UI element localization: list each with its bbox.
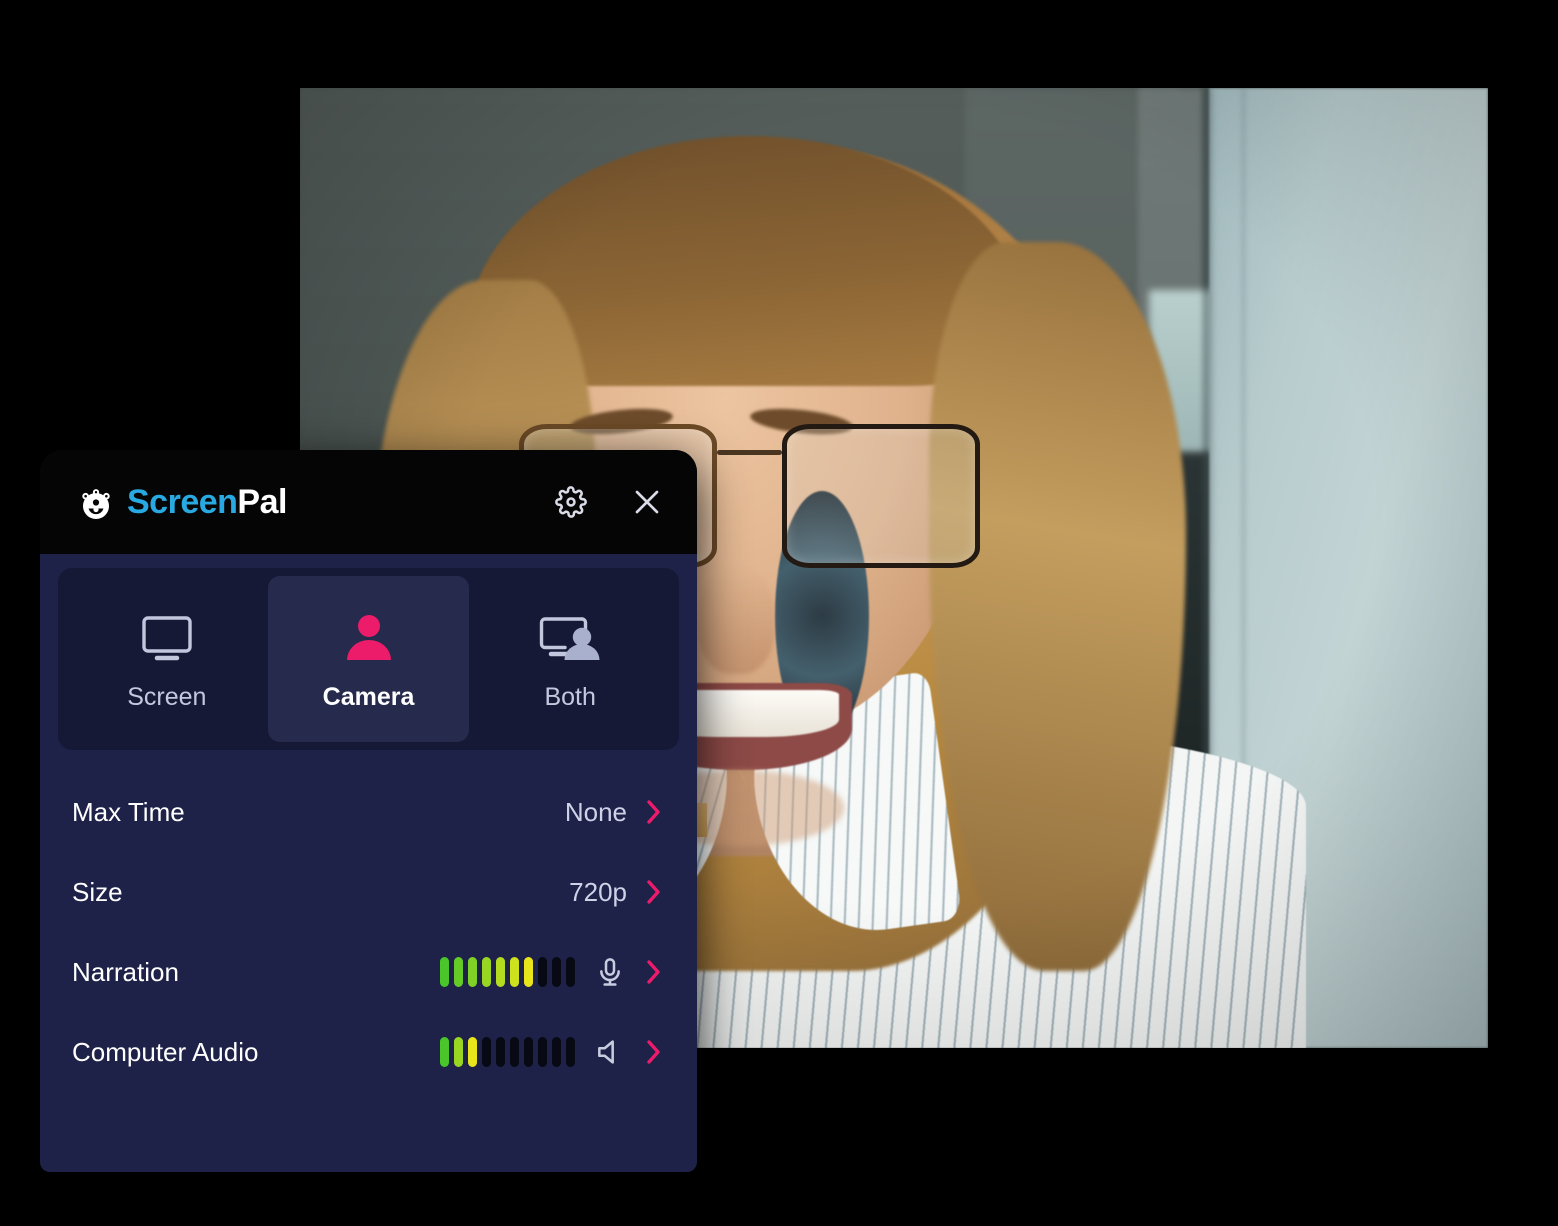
meter-bar: [524, 1037, 533, 1067]
meter-bar: [496, 1037, 505, 1067]
setting-label-size: Size: [72, 876, 123, 907]
close-icon[interactable]: [629, 484, 665, 520]
mode-tab-both-label: Both: [544, 682, 596, 711]
setting-right-size: 720p: [569, 877, 663, 908]
meter-bar: [468, 957, 477, 987]
brand-screen-text: Screen: [127, 483, 238, 521]
meter-bar: [538, 957, 547, 987]
nose: [698, 568, 776, 674]
meter-bar: [454, 957, 463, 987]
brand-wordmark: ScreenPal: [127, 485, 287, 519]
brand-pal-text: Pal: [237, 483, 287, 521]
meter-bar: [454, 1037, 463, 1067]
setting-right-max-time: None: [565, 797, 663, 828]
setting-label-narration: Narration: [72, 956, 179, 987]
meter-bar: [510, 957, 519, 987]
settings-list: Max Time None Size 720p Narration Comput…: [58, 772, 679, 1092]
glasses-bridge: [717, 449, 782, 455]
setting-value-size: 720p: [569, 876, 627, 907]
screenpal-logo-icon: [76, 482, 116, 522]
setting-label-max-time: Max Time: [72, 796, 185, 827]
chevron-right-icon[interactable]: [645, 877, 663, 907]
meter-bar: [482, 1037, 491, 1067]
meter-bar: [566, 1037, 575, 1067]
mode-tab-screen-label: Screen: [127, 682, 207, 711]
mode-tab-screen[interactable]: Screen: [66, 576, 268, 742]
setting-row-max-time[interactable]: Max Time None: [58, 772, 679, 852]
panel-header: ScreenPal: [40, 450, 697, 554]
setting-right-computer-audio: [440, 1035, 663, 1069]
person-icon: [337, 607, 401, 669]
meter-bar: [524, 957, 533, 987]
setting-value-max-time: None: [564, 796, 627, 827]
lens-right: [781, 424, 981, 568]
meter-bar: [468, 1037, 477, 1067]
chevron-right-icon[interactable]: [645, 1037, 663, 1067]
microphone-icon[interactable]: [593, 955, 627, 989]
computer-audio-level-meter: [440, 1037, 575, 1067]
meter-bar: [552, 957, 561, 987]
meter-bar: [440, 1037, 449, 1067]
setting-label-computer-audio: Computer Audio: [72, 1036, 259, 1067]
narration-level-meter: [440, 957, 575, 987]
meter-bar: [510, 1037, 519, 1067]
chevron-right-icon[interactable]: [645, 797, 663, 827]
speaker-icon[interactable]: [593, 1035, 627, 1069]
setting-row-computer-audio[interactable]: Computer Audio: [58, 1012, 679, 1092]
chevron-right-icon[interactable]: [645, 957, 663, 987]
setting-row-size[interactable]: Size 720p: [58, 852, 679, 932]
header-actions: [553, 484, 665, 520]
monitor-icon: [135, 607, 199, 669]
setting-right-narration: [440, 955, 663, 989]
panel-body: Screen Camera Both Max Time None Size 72…: [40, 554, 697, 1172]
meter-bar: [482, 957, 491, 987]
mode-tab-camera[interactable]: Camera: [267, 576, 470, 742]
hair-right: [929, 241, 1186, 972]
gear-icon[interactable]: [553, 484, 589, 520]
brand: ScreenPal: [76, 482, 287, 522]
meter-bar: [496, 957, 505, 987]
meter-bar: [566, 957, 575, 987]
meter-bar: [552, 1037, 561, 1067]
meter-bar: [440, 957, 449, 987]
meter-bar: [538, 1037, 547, 1067]
recorder-panel: ScreenPal Screen Camera Both Max Time No…: [40, 450, 697, 1172]
mode-tab-camera-label: Camera: [322, 682, 415, 711]
mode-tab-both[interactable]: Both: [469, 576, 671, 742]
app-root: ScreenPal Screen Camera Both Max Time No…: [0, 0, 1558, 1226]
monitor-person-icon: [535, 607, 605, 669]
capture-mode-tabs: Screen Camera Both: [58, 568, 679, 750]
setting-row-narration[interactable]: Narration: [58, 932, 679, 1012]
